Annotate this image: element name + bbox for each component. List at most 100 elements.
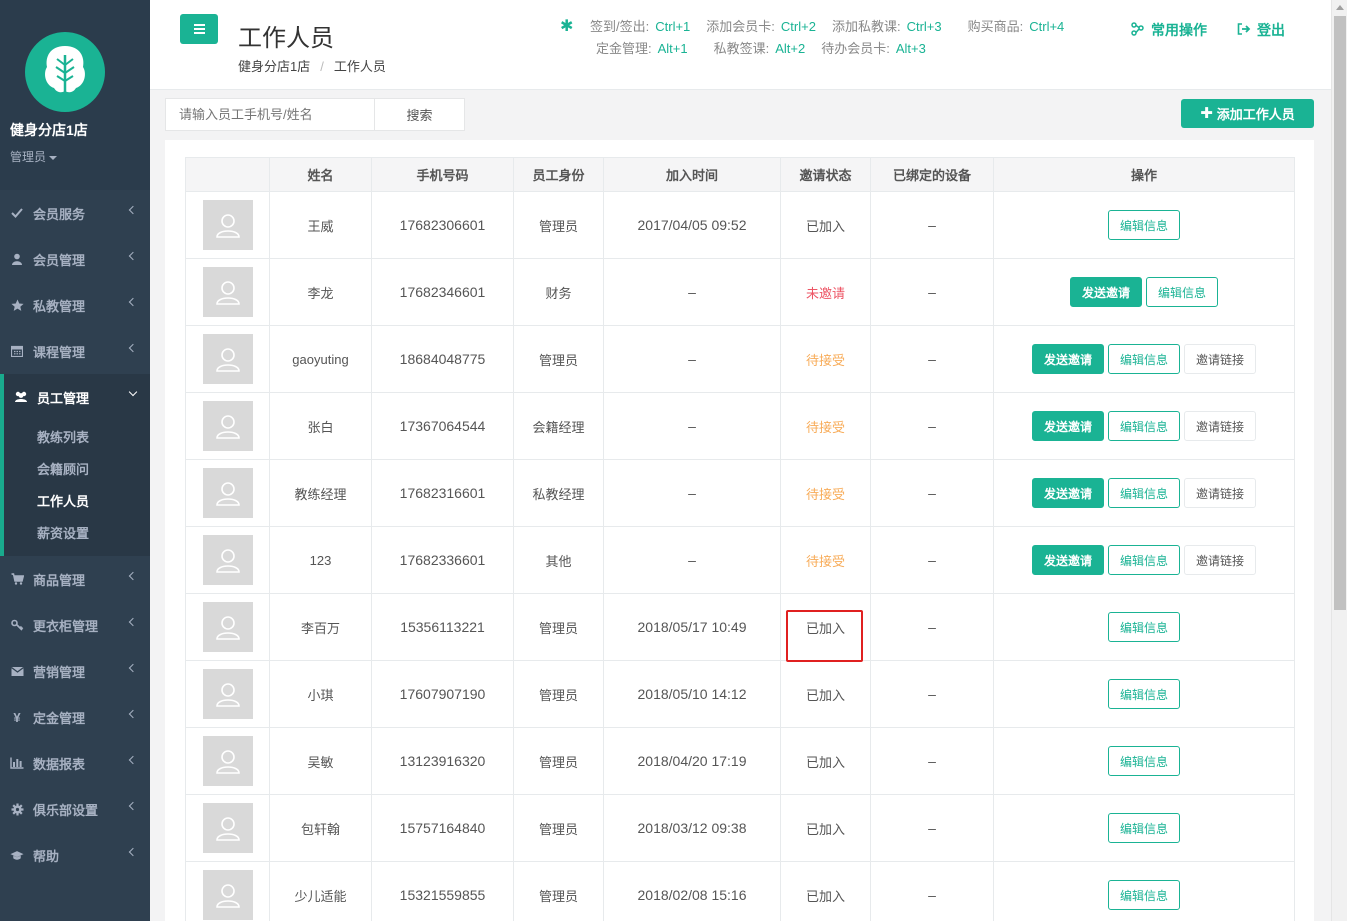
shortcut-key: Ctrl+1: [655, 19, 691, 34]
role-dropdown[interactable]: 管理员: [10, 148, 58, 165]
staff-name: 小琪: [269, 660, 372, 728]
sidebar-item-course-management[interactable]: 课程管理: [0, 328, 150, 374]
sidebar-item-locker-management[interactable]: 更衣柜管理: [0, 602, 150, 648]
menu-toggle-button[interactable]: [180, 14, 218, 44]
avatar-cell: [185, 660, 270, 728]
sidebar-item-deposit-management[interactable]: ¥ 定金管理: [0, 694, 150, 740]
invite-link-button[interactable]: 邀请链接: [1184, 411, 1257, 441]
bound-device: –: [870, 325, 994, 393]
search-input[interactable]: [165, 98, 375, 131]
edit-info-button[interactable]: 编辑信息: [1146, 277, 1219, 307]
actions-cell: 编辑信息: [993, 794, 1295, 862]
shortcut-key: Alt+3: [895, 41, 926, 56]
invite-link-button[interactable]: 邀请链接: [1184, 478, 1257, 508]
sidebar-item-club-settings[interactable]: 俱乐部设置: [0, 786, 150, 832]
invite-status: 已加入: [780, 861, 871, 921]
edit-info-button[interactable]: 编辑信息: [1107, 679, 1180, 709]
sidebar-subitem-staff[interactable]: 工作人员: [4, 486, 150, 518]
edit-info-button[interactable]: 编辑信息: [1107, 813, 1180, 843]
edit-info-button[interactable]: 编辑信息: [1107, 612, 1180, 642]
send-invite-button[interactable]: 发送邀请: [1069, 277, 1142, 307]
send-invite-button[interactable]: 发送邀请: [1031, 411, 1104, 441]
vertical-scrollbar[interactable]: [1331, 0, 1347, 921]
shop-name: 健身分店1店: [10, 122, 88, 138]
table-row: 包轩翰 15757164840 管理员 2018/03/12 09:38 已加入 – 编辑信…: [185, 794, 1295, 862]
breadcrumb-shop[interactable]: 健身分店1店: [238, 59, 310, 74]
sidebar-subitem-salary-settings[interactable]: 薪资设置: [4, 518, 150, 550]
column-header-invite-status: 邀请状态: [780, 157, 871, 192]
table-row: gaoyuting 18684048775 管理员 – 待接受 – 发送邀请 编辑信息 邀请链接: [185, 325, 1295, 393]
breadcrumb: 健身分店1店 / 工作人员: [238, 59, 386, 74]
table-row: 张白 17367064544 会籍经理 – 待接受 – 发送邀请 编辑信息 邀请链接: [185, 392, 1295, 460]
chevron-left-icon: [128, 251, 138, 261]
chevron-left-icon: [128, 343, 138, 353]
search-button[interactable]: 搜索: [374, 98, 465, 131]
invite-link-button[interactable]: 邀请链接: [1184, 545, 1257, 575]
invite-status: 待接受: [780, 526, 871, 594]
staff-role: 管理员: [513, 660, 604, 728]
sidebar-subitem-coach-list[interactable]: 教练列表: [4, 422, 150, 454]
sidebar-item-label: 课程管理: [33, 344, 86, 360]
sidebar-item-product-management[interactable]: 商品管理: [0, 556, 150, 602]
chevron-left-icon: [128, 847, 138, 857]
scrollbar-thumb[interactable]: [1334, 16, 1346, 610]
column-header-avatar: [185, 157, 270, 192]
actions-cell: 编辑信息: [993, 593, 1295, 661]
invite-status: 未邀请: [780, 258, 871, 326]
edit-info-button[interactable]: 编辑信息: [1107, 746, 1180, 776]
join-time: 2018/02/08 15:16: [603, 861, 781, 921]
sidebar-item-help[interactable]: 帮助: [0, 832, 150, 878]
shortcut-key: Ctrl+3: [906, 19, 942, 34]
sidebar-item-member-service[interactable]: 会员服务: [0, 190, 150, 236]
shortcut-label: 添加私教课:: [831, 19, 901, 34]
common-ops-link[interactable]: 常用操作: [1131, 20, 1207, 40]
shortcuts-row-1: 签到/签出: Ctrl+1 添加会员卡: Ctrl+2 添加私教课: Ctrl+3 购买商品…: [590, 16, 1080, 35]
join-time: –: [603, 392, 781, 460]
table-row: 吴敏 13123916320 管理员 2018/04/20 17:19 已加入 – 编辑信息: [185, 727, 1295, 795]
send-invite-button[interactable]: 发送邀请: [1031, 478, 1104, 508]
edit-info-button[interactable]: 编辑信息: [1107, 880, 1180, 910]
staff-role: 管理员: [513, 191, 604, 259]
actions-cell: 编辑信息: [993, 660, 1295, 728]
sidebar-item-label: 会员管理: [33, 252, 86, 268]
scroll-up-arrow-icon[interactable]: [1336, 5, 1344, 10]
table-header-row: 姓名 手机号码 员工身份 加入时间 邀请状态 已绑定的设备 操作: [185, 157, 1295, 192]
table-row: 少儿适能 15321559855 管理员 2018/02/08 15:16 已加入 – 编辑…: [185, 861, 1295, 921]
staff-name: 王威: [269, 191, 372, 259]
sidebar-item-private-coaching[interactable]: 私教管理: [0, 282, 150, 328]
sidebar-item-staff-management[interactable]: 员工管理: [0, 374, 150, 420]
send-invite-button[interactable]: 发送邀请: [1031, 545, 1104, 575]
avatar-cell: [185, 794, 270, 862]
sidebar-item-member-management[interactable]: 会员管理: [0, 236, 150, 282]
sidebar-profile: 健身分店1店 管理员: [0, 0, 150, 190]
add-staff-button[interactable]: ✚ 添加工作人员: [1181, 99, 1314, 128]
edit-info-button[interactable]: 编辑信息: [1107, 478, 1180, 508]
chevron-left-icon: [128, 617, 138, 627]
edit-info-button[interactable]: 编辑信息: [1107, 411, 1180, 441]
sidebar-item-marketing-management[interactable]: 营销管理: [0, 648, 150, 694]
sidebar-item-data-reports[interactable]: 数据报表: [0, 740, 150, 786]
edit-info-button[interactable]: 编辑信息: [1107, 344, 1180, 374]
send-invite-button[interactable]: 发送邀请: [1031, 344, 1104, 374]
graduation-cap-icon: [10, 848, 24, 862]
staff-role: 管理员: [513, 727, 604, 795]
plus-icon: ✚: [1200, 105, 1213, 122]
logout-link[interactable]: 登出: [1237, 20, 1285, 40]
join-time: 2018/05/17 10:49: [603, 593, 781, 661]
avatar-placeholder-icon: [202, 602, 253, 652]
table-row: 李龙 17682346601 财务 – 未邀请 – 发送邀请 编辑信息: [185, 258, 1295, 326]
avatar-cell: [185, 258, 270, 326]
staff-name: 包轩翰: [269, 794, 372, 862]
sidebar-subitem-membership-advisor[interactable]: 会籍顾问: [4, 454, 150, 486]
shortcut-label: 购买商品:: [967, 19, 1024, 34]
sidebar-item-label: 帮助: [33, 848, 60, 864]
staff-role: 管理员: [513, 794, 604, 862]
edit-info-button[interactable]: 编辑信息: [1107, 210, 1180, 240]
table-row: 王威 17682306601 管理员 2017/04/05 09:52 已加入 – 编辑信息: [185, 191, 1295, 259]
shortcut-label: 定金管理:: [596, 41, 652, 56]
user-icon: [10, 252, 24, 266]
invite-link-button[interactable]: 邀请链接: [1184, 344, 1257, 374]
role-label: 管理员: [10, 150, 47, 164]
edit-info-button[interactable]: 编辑信息: [1107, 545, 1180, 575]
staff-role: 管理员: [513, 593, 604, 661]
